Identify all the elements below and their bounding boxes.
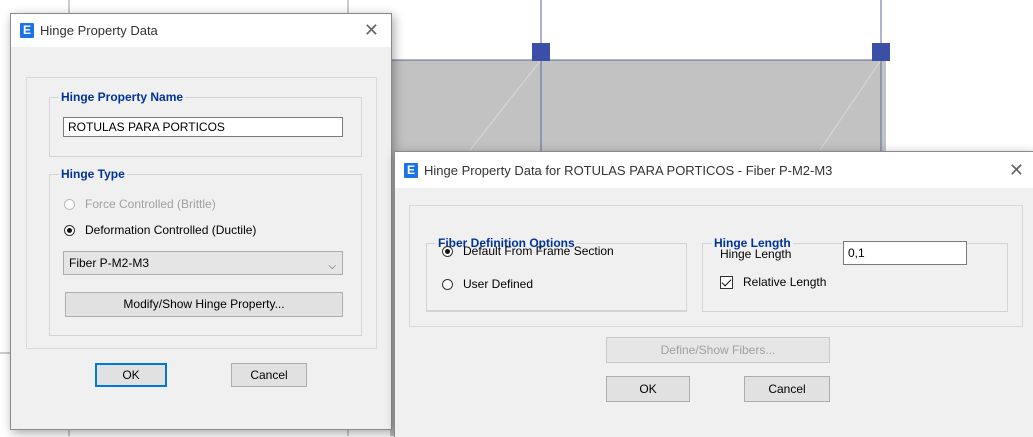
hinge-type-combo[interactable]: Fiber P-M2-M3 ⌵ [63,251,343,275]
user-defined-radio[interactable]: User Defined [442,277,533,291]
ok-button[interactable]: OK [95,363,167,387]
relative-length-checkbox[interactable]: Relative Length [720,275,826,289]
hinge-name-input[interactable]: ROTULAS PARA PORTICOS [63,117,343,137]
radio-button[interactable] [442,278,453,290]
radio-button[interactable] [442,245,453,257]
checkbox[interactable] [720,275,733,289]
modify-hinge-property-button[interactable]: Modify/Show Hinge Property... [65,292,343,317]
dialog-titlebar[interactable]: E Hinge Property Data for ROTULAS PARA P… [395,152,1033,188]
default-from-frame-section-radio[interactable]: Default From Frame Section [442,244,614,258]
hinge-node [532,43,550,61]
close-icon[interactable]: ✕ [1009,161,1024,179]
ok-button[interactable]: OK [606,376,690,402]
hinge-length-label: Hinge Length [720,247,792,261]
radio-label: Deformation Controlled (Ductile) [85,223,257,237]
app-icon: E [20,23,34,38]
dialog-title: Hinge Property Data for ROTULAS PARA POR… [424,162,833,178]
radio-button[interactable] [64,224,75,236]
app-icon: E [404,162,418,178]
group-legend: Hinge Type [59,167,127,181]
group-legend: Hinge Property Name [59,90,186,104]
radio-button[interactable] [64,198,75,210]
deformation-controlled-radio[interactable]: Deformation Controlled (Ductile) [64,223,256,237]
cancel-button[interactable]: Cancel [744,376,830,402]
close-icon[interactable]: ✕ [364,21,379,39]
hinge-node [872,43,890,61]
hinge-length-input[interactable]: 0,1 [843,241,967,265]
define-show-fibers-button[interactable]: Define/Show Fibers... [606,337,830,363]
force-controlled-radio[interactable]: Force Controlled (Brittle) [64,197,216,211]
chevron-down-icon: ⌵ [328,261,336,272]
dialog-titlebar[interactable]: E Hinge Property Data ✕ [11,14,391,47]
fiber-hinge-dialog: E Hinge Property Data for ROTULAS PARA P… [394,151,1033,437]
checkbox-label: Relative Length [743,275,827,289]
cancel-button[interactable]: Cancel [231,363,307,387]
hinge-property-dialog: E Hinge Property Data ✕ Hinge Property N… [10,13,392,430]
radio-label: Default From Frame Section [463,244,614,258]
radio-label: Force Controlled (Brittle) [85,197,216,211]
dialog-title: Hinge Property Data [40,23,158,38]
combo-value: Fiber P-M2-M3 [69,256,150,270]
radio-label: User Defined [463,277,534,291]
